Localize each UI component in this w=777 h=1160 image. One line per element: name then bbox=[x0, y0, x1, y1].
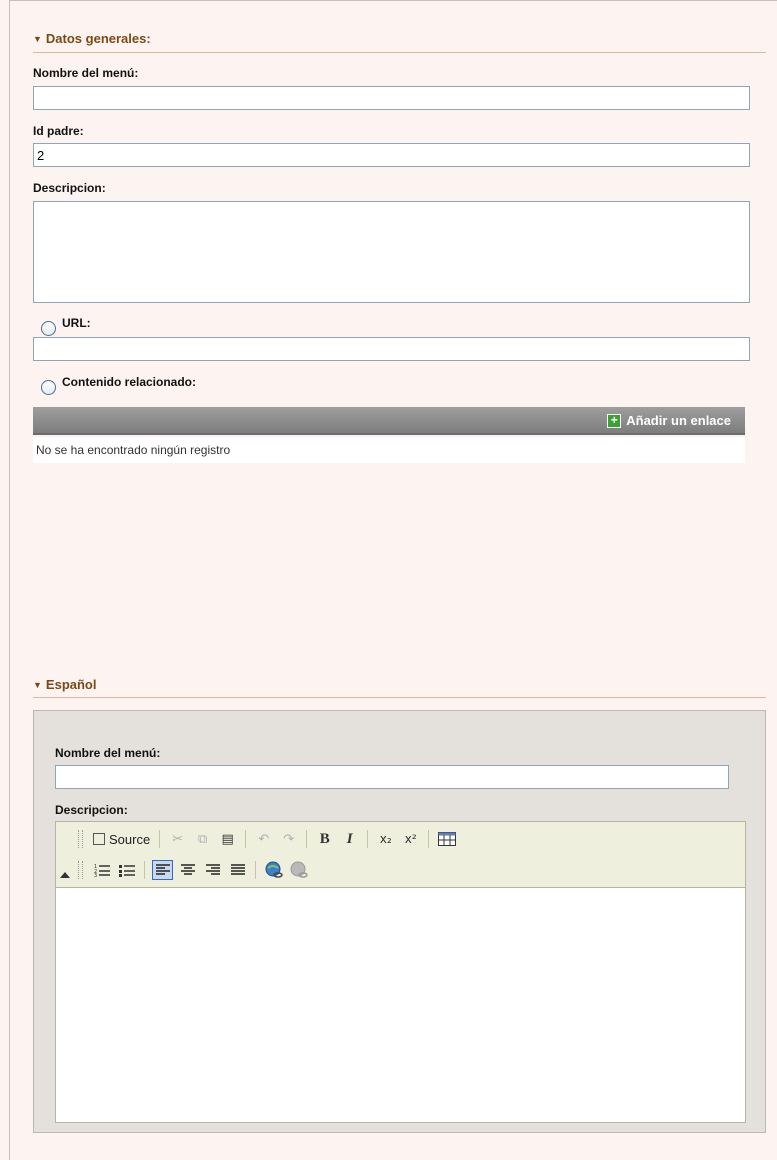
toolbar-row-1: Source ✂ ⧉ ▤ ↶ ↷ B I x₂ x² bbox=[78, 826, 459, 852]
toolbar-separator bbox=[159, 830, 161, 848]
toolbar-grip bbox=[78, 830, 83, 848]
menu-name-input[interactable] bbox=[33, 86, 750, 110]
align-left-icon[interactable] bbox=[152, 860, 173, 880]
related-content-radio[interactable] bbox=[41, 380, 56, 395]
empty-records-row: No se ha encontrado ningún registro bbox=[33, 437, 745, 463]
copy-icon[interactable]: ⧉ bbox=[192, 829, 213, 849]
add-link-button[interactable]: + Añadir un enlace bbox=[607, 413, 731, 428]
source-icon bbox=[93, 833, 105, 845]
description-textarea[interactable] bbox=[33, 201, 750, 303]
paste-icon[interactable]: ▤ bbox=[217, 829, 238, 849]
rich-text-editor: Source ✂ ⧉ ▤ ↶ ↷ B I x₂ x² 123 bbox=[55, 821, 746, 1123]
toolbar-separator bbox=[367, 830, 369, 848]
section-title-general[interactable]: ▼ Datos generales: bbox=[33, 31, 151, 46]
redo-icon[interactable]: ↷ bbox=[278, 829, 299, 849]
collapse-arrow-icon: ▼ bbox=[33, 34, 42, 44]
url-label: URL: bbox=[62, 316, 91, 330]
align-right-icon[interactable] bbox=[202, 860, 223, 880]
spanish-menu-name-label: Nombre del menú: bbox=[55, 746, 161, 760]
toolbar-collapse-icon[interactable] bbox=[60, 872, 70, 878]
source-button[interactable]: Source bbox=[89, 832, 154, 847]
spanish-description-label: Descripcion: bbox=[55, 803, 128, 817]
toolbar-separator bbox=[245, 830, 247, 848]
link-icon[interactable] bbox=[263, 860, 284, 880]
parent-id-input[interactable] bbox=[33, 143, 750, 167]
ordered-list-icon[interactable]: 123 bbox=[91, 860, 112, 880]
editor-content-area[interactable] bbox=[56, 888, 745, 1122]
section-title-text: Datos generales: bbox=[45, 31, 151, 46]
menu-name-label: Nombre del menú: bbox=[33, 66, 139, 80]
empty-message: No se ha encontrado ningún registro bbox=[36, 443, 231, 457]
cut-icon[interactable]: ✂ bbox=[167, 829, 188, 849]
section-title-spanish[interactable]: ▼ Español bbox=[33, 677, 97, 692]
toolbar-separator bbox=[144, 861, 145, 879]
unordered-list-icon[interactable] bbox=[116, 860, 137, 880]
table-icon[interactable] bbox=[436, 829, 457, 849]
url-radio[interactable] bbox=[41, 321, 56, 336]
section-title-text: Español bbox=[45, 677, 97, 692]
toolbar-row-2: 123 bbox=[78, 857, 311, 883]
toolbar-grip bbox=[78, 861, 83, 879]
source-label: Source bbox=[109, 831, 151, 847]
related-content-grid-header: + Añadir un enlace bbox=[33, 407, 745, 435]
toolbar-separator bbox=[428, 830, 430, 848]
add-link-label: Añadir un enlace bbox=[626, 413, 731, 428]
add-icon: + bbox=[607, 413, 622, 428]
superscript-icon[interactable]: x² bbox=[400, 829, 421, 849]
undo-icon[interactable]: ↶ bbox=[253, 829, 274, 849]
italic-icon[interactable]: I bbox=[339, 829, 360, 849]
description-label: Descripcion: bbox=[33, 181, 106, 195]
toolbar-separator bbox=[306, 830, 308, 848]
unlink-icon[interactable] bbox=[288, 860, 309, 880]
parent-id-label: Id padre: bbox=[33, 124, 84, 138]
svg-text:3: 3 bbox=[94, 873, 97, 877]
section-divider bbox=[33, 52, 766, 53]
url-input[interactable] bbox=[33, 337, 750, 361]
spanish-menu-name-input[interactable] bbox=[55, 765, 729, 789]
toolbar-separator bbox=[255, 861, 256, 879]
justify-icon[interactable] bbox=[227, 860, 248, 880]
align-center-icon[interactable] bbox=[177, 860, 198, 880]
editor-toolbar: Source ✂ ⧉ ▤ ↶ ↷ B I x₂ x² 123 bbox=[56, 822, 745, 888]
section-divider bbox=[33, 697, 766, 698]
bold-icon[interactable]: B bbox=[314, 829, 335, 849]
subscript-icon[interactable]: x₂ bbox=[375, 829, 396, 849]
related-content-label: Contenido relacionado: bbox=[62, 375, 197, 389]
collapse-arrow-icon: ▼ bbox=[33, 680, 42, 690]
